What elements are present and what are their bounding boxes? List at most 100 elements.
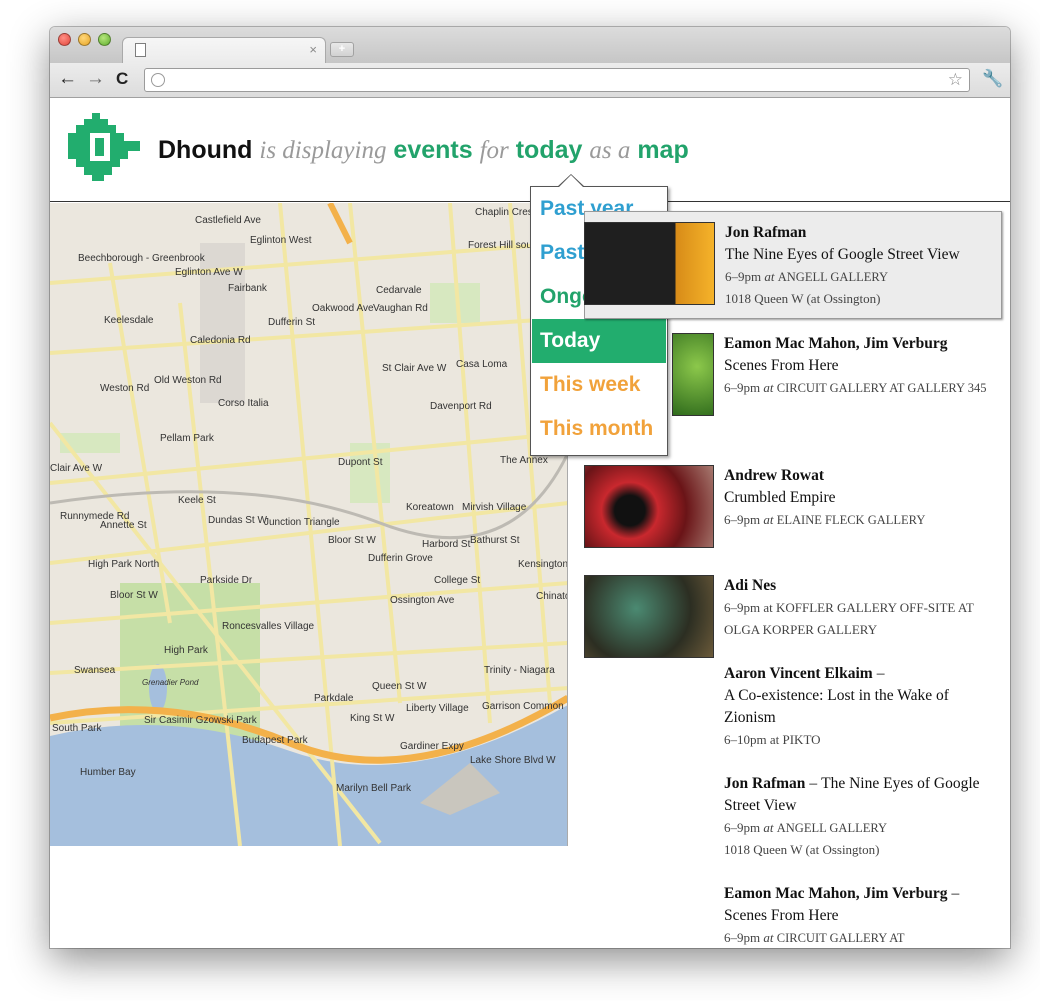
map-label: Chaplin Cres: [475, 207, 533, 218]
map-canvas[interactable]: Castlefield Ave Eglinton West Forest Hil…: [50, 203, 568, 846]
event-thumbnail[interactable]: [584, 465, 714, 548]
map-label: Swansea: [74, 665, 116, 676]
event-info: Jon Rafman – The Nine Eyes of Google Str…: [724, 773, 994, 861]
event-time-venue[interactable]: 6–9pm at KOFFLER GALLERY OFF-SITE AT OLG…: [724, 597, 994, 641]
event-thumbnail[interactable]: [672, 333, 714, 416]
dhound-logo-icon: [68, 113, 140, 181]
event-thumbnail[interactable]: [584, 222, 715, 305]
event-card[interactable]: Eamon Mac Mahon, Jim Verburg Scenes From…: [584, 333, 1002, 445]
headline-text: for: [479, 137, 509, 164]
new-tab-button[interactable]: +: [330, 42, 354, 57]
address-bar[interactable]: ☆: [144, 68, 970, 92]
map-label: Casa Loma: [456, 359, 508, 370]
map-label: Fairbank: [228, 283, 268, 294]
event-address: 1018 Queen W (at Ossington): [725, 291, 881, 306]
brand-name: Dhound: [158, 136, 253, 164]
event-dash: –: [951, 885, 960, 902]
wrench-icon[interactable]: 🔧: [982, 69, 1003, 89]
map-label: Oakwood Ave: [312, 303, 374, 314]
event-thumbnail[interactable]: [584, 575, 714, 658]
event-artist[interactable]: Aaron Vincent Elkaim: [724, 665, 873, 682]
map-label: Liberty Village: [406, 703, 469, 714]
headline-text: as a: [589, 137, 631, 164]
event-time-venue[interactable]: 6–10pm at PIKTO: [724, 729, 994, 751]
page-icon: [135, 43, 146, 57]
map-view[interactable]: Castlefield Ave Eglinton West Forest Hil…: [50, 203, 568, 846]
map-label: Koreatown: [406, 502, 454, 513]
dropdown-pointer: [557, 174, 585, 188]
event-title[interactable]: The Nine Eyes of Google Street View: [725, 244, 995, 266]
event-time-venue: 6–9pm at ANGELL GALLERY: [725, 266, 995, 288]
event-at: at: [763, 380, 774, 395]
map-label: Queen St W: [372, 681, 427, 692]
when-selector[interactable]: today: [516, 136, 583, 164]
map-label: Sir Casimir Gzowski Park: [144, 715, 258, 726]
event-artist[interactable]: Jon Rafman: [724, 775, 805, 792]
event-artist[interactable]: Eamon Mac Mahon, Jim Verburg: [724, 333, 994, 355]
map-label: Davenport Rd: [430, 401, 492, 412]
map-label: Bloor St W: [110, 590, 158, 601]
event-at: at: [763, 930, 774, 945]
event-card[interactable]: Andrew Rowat Crumbled Empire 6–9pm at EL…: [584, 465, 1002, 555]
event-at: at: [763, 512, 774, 527]
map-label: Bathurst St: [470, 535, 520, 546]
event-venue[interactable]: ELAINE FLECK GALLERY: [777, 513, 926, 527]
map-label: Weston Rd: [100, 383, 149, 394]
map-label: Dundas St W: [208, 515, 267, 526]
event-at: at: [764, 269, 775, 284]
tab-close-icon[interactable]: ×: [309, 42, 317, 57]
event-time: 6–9pm: [725, 269, 762, 284]
event-time: 6–9pm: [724, 820, 761, 835]
close-window-button[interactable]: [58, 33, 71, 46]
map-label: College St: [434, 575, 480, 586]
event-card[interactable]: Eamon Mac Mahon, Jim Verburg – Scenes Fr…: [584, 883, 1002, 948]
map-label: Grenadier Pond: [142, 678, 199, 687]
event-dash: –: [876, 665, 885, 682]
map-label: Pellam Park: [160, 433, 215, 444]
map-label: Castlefield Ave: [195, 215, 261, 226]
event-card[interactable]: Aaron Vincent Elkaim – A Co-existence: L…: [584, 663, 1002, 763]
map-label: Beechborough - Greenbrook: [78, 253, 206, 264]
map-label: Parkdale: [314, 693, 354, 704]
map-label: Clair Ave W: [50, 463, 103, 474]
event-venue[interactable]: ANGELL GALLERY: [778, 270, 888, 284]
map-label: Kensington Market: [518, 559, 568, 570]
event-venue[interactable]: CIRCUIT GALLERY AT: [777, 931, 905, 945]
what-selector[interactable]: events: [393, 136, 472, 164]
event-artist[interactable]: Andrew Rowat: [724, 465, 994, 487]
zoom-window-button[interactable]: [98, 33, 111, 46]
map-label: Marilyn Bell Park: [336, 783, 412, 794]
event-time: 6–9pm: [724, 380, 761, 395]
back-arrow-icon[interactable]: ←: [58, 69, 77, 89]
event-card[interactable]: Jon Rafman – The Nine Eyes of Google Str…: [584, 773, 1002, 873]
event-card[interactable]: Jon Rafman The Nine Eyes of Google Stree…: [584, 211, 1002, 319]
event-title[interactable]: Scenes From Here: [724, 907, 839, 924]
map-label: King St W: [350, 713, 395, 724]
map-label: Junction Triangle: [264, 517, 340, 528]
reload-icon[interactable]: C: [116, 69, 128, 89]
browser-tab[interactable]: ×: [122, 37, 326, 63]
event-info: Jon Rafman The Nine Eyes of Google Stree…: [725, 222, 995, 310]
event-venue[interactable]: ANGELL GALLERY: [777, 821, 887, 835]
minimize-window-button[interactable]: [78, 33, 91, 46]
forward-arrow-icon[interactable]: →: [86, 69, 105, 89]
event-title[interactable]: Crumbled Empire: [724, 487, 994, 509]
event-artist[interactable]: Jon Rafman: [725, 222, 995, 244]
map-label: Harbord St: [422, 539, 471, 550]
map-label: Parkside Dr: [200, 575, 253, 586]
globe-icon: [151, 73, 165, 87]
map-label: Eglinton Ave W: [175, 267, 243, 278]
event-info: Eamon Mac Mahon, Jim Verburg – Scenes Fr…: [724, 883, 994, 948]
event-card[interactable]: Adi Nes 6–9pm at KOFFLER GALLERY OFF-SIT…: [584, 575, 1002, 665]
map-label: Gardiner Expy: [400, 741, 464, 752]
event-artist[interactable]: Eamon Mac Mahon, Jim Verburg: [724, 885, 947, 902]
browser-toolbar: ← → C ☆ 🔧: [50, 63, 1010, 98]
event-artist[interactable]: Adi Nes: [724, 575, 994, 597]
bookmark-star-icon[interactable]: ☆: [948, 70, 963, 90]
event-title[interactable]: Scenes From Here: [724, 355, 994, 377]
map-label: Budapest Park: [242, 735, 309, 746]
event-venue[interactable]: CIRCUIT GALLERY AT GALLERY 345: [777, 381, 987, 395]
event-title[interactable]: A Co-existence: Lost in the Wake of Zion…: [724, 685, 994, 729]
view-selector[interactable]: map: [637, 136, 688, 164]
map-label: Caledonia Rd: [190, 335, 251, 346]
